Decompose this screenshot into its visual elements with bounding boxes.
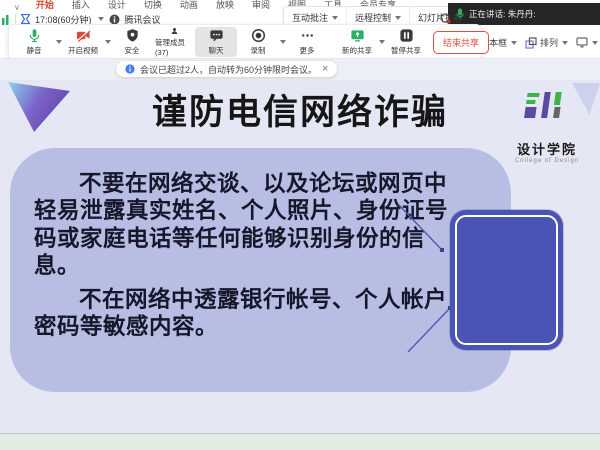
monitor-icon bbox=[576, 37, 588, 48]
timer-caret-icon[interactable] bbox=[98, 17, 104, 21]
pause-icon bbox=[399, 28, 414, 43]
card-inner-border bbox=[455, 215, 558, 345]
manage-members-button[interactable]: 管理成员(37) bbox=[153, 27, 195, 57]
more-dots-icon bbox=[300, 28, 315, 43]
screen-share-icon bbox=[350, 28, 365, 43]
arrange-icon bbox=[525, 37, 537, 49]
end-share-button[interactable]: 结束共享 bbox=[433, 31, 489, 54]
ribbon-tab-slideshow[interactable]: 放映 bbox=[214, 0, 236, 12]
logo-subtitle: College of Design bbox=[502, 158, 592, 164]
ribbon-tab-transitions[interactable]: 切换 bbox=[142, 0, 164, 12]
start-video-button[interactable]: 开启视频 bbox=[62, 27, 104, 57]
hourglass-icon bbox=[21, 14, 30, 25]
camera-off-icon bbox=[76, 28, 91, 43]
college-logo: 设计学院 College of Design bbox=[502, 90, 592, 164]
mic-icon bbox=[27, 28, 42, 43]
mute-label: 静音 bbox=[27, 45, 42, 56]
design-college-logo-icon bbox=[524, 90, 570, 132]
logo-name: 设计学院 bbox=[502, 139, 592, 158]
person-icon bbox=[167, 27, 182, 35]
ribbon-tab-design[interactable]: 设计 bbox=[106, 0, 128, 12]
ribbon-tab-review[interactable]: 审阅 bbox=[250, 0, 272, 12]
speaking-banner: 正在讲话: 朱丹丹: bbox=[448, 3, 600, 25]
chevron-down-icon bbox=[511, 41, 517, 45]
notice-text: 会议已超过2人，自动转为60分钟限时会议。 bbox=[140, 63, 317, 76]
mute-button-wrap: 静音 bbox=[13, 27, 62, 57]
chevron-down-icon bbox=[395, 16, 401, 20]
close-icon[interactable]: × bbox=[322, 65, 328, 74]
body-paragraph-1: 不要在网络交谈、以及论坛或网页中轻易泄露真实姓名、个人照片、身份证号码或家庭电话… bbox=[34, 170, 462, 280]
record-label: 录制 bbox=[251, 45, 266, 56]
chevron-down-icon bbox=[332, 16, 338, 20]
record-button[interactable]: 录制 bbox=[237, 27, 279, 57]
shape-icon bbox=[440, 13, 451, 24]
speaking-text: 正在讲话: 朱丹丹: bbox=[469, 8, 536, 20]
chat-icon bbox=[209, 28, 224, 43]
notice-strip: 会议已超过2人，自动转为60分钟限时会议。 × bbox=[0, 58, 600, 81]
meeting-limit-notice: 会议已超过2人，自动转为60分钟限时会议。 × bbox=[116, 61, 337, 77]
body-paragraph-2: 不在网络中透露银行帐号、个人帐户密码等敏感内容。 bbox=[34, 286, 462, 341]
video-label: 开启视频 bbox=[68, 45, 98, 56]
divider bbox=[15, 14, 16, 24]
more-button[interactable]: 更多 bbox=[286, 27, 328, 57]
members-label: 管理成员(37) bbox=[155, 37, 193, 57]
arrange-tool[interactable]: 排列 bbox=[525, 36, 568, 49]
arrange-label: 排列 bbox=[540, 36, 558, 49]
info-circle-icon bbox=[109, 14, 120, 25]
bottom-strip bbox=[0, 433, 600, 450]
app-header: ∨ 开始 插入 设计 切换 动画 放映 审阅 视图 工具 会员专享 17:08(… bbox=[0, 0, 600, 58]
chevron-down-icon bbox=[592, 41, 598, 45]
chevron-down-icon bbox=[562, 41, 568, 45]
video-button-wrap: 开启视频 bbox=[62, 27, 111, 57]
annotation-label: 互动批注 bbox=[292, 11, 328, 24]
chat-label: 聊天 bbox=[209, 45, 224, 56]
mute-button[interactable]: 静音 bbox=[13, 27, 55, 57]
ribbon-tab-insert[interactable]: 插入 bbox=[70, 0, 92, 12]
presentation-slide: 谨防电信网络诈骗 设计学院 College of Design 不要在网络交谈、… bbox=[0, 80, 600, 433]
ribbon-collapse-caret-icon[interactable]: ∨ bbox=[14, 3, 20, 12]
more-label: 更多 bbox=[300, 45, 315, 56]
signal-bars-icon bbox=[2, 14, 10, 25]
new-share-button[interactable]: 新的共享 bbox=[336, 27, 378, 57]
tencent-meeting-screenshare-window: ∨ 开始 插入 设计 切换 动画 放映 审阅 视图 工具 会员专享 17:08(… bbox=[0, 0, 600, 450]
new-share-label: 新的共享 bbox=[342, 45, 372, 56]
pause-share-button[interactable]: 暂停共享 bbox=[385, 27, 427, 57]
new-share-button-wrap: 新的共享 bbox=[336, 27, 385, 57]
shield-icon bbox=[125, 28, 140, 43]
pause-share-label: 暂停共享 bbox=[391, 45, 421, 56]
chat-button[interactable]: 聊天 bbox=[195, 27, 237, 57]
remote-control-label: 远程控制 bbox=[355, 11, 391, 24]
record-icon bbox=[251, 28, 266, 43]
ribbon-tab-home[interactable]: 开始 bbox=[34, 0, 56, 12]
ribbon-tab-animation[interactable]: 动画 bbox=[178, 0, 200, 12]
record-button-wrap: 录制 bbox=[237, 27, 286, 57]
meeting-toolbar: 静音 开启视频 bbox=[8, 24, 482, 60]
content-panel: 不要在网络交谈、以及论坛或网页中轻易泄露真实姓名、个人照片、身份证号码或家庭电话… bbox=[10, 148, 511, 392]
security-button[interactable]: 安全 bbox=[111, 27, 153, 57]
security-label: 安全 bbox=[125, 45, 140, 56]
image-placeholder-card bbox=[450, 210, 563, 350]
monitor-tool[interactable] bbox=[576, 37, 598, 48]
info-icon bbox=[125, 64, 135, 74]
